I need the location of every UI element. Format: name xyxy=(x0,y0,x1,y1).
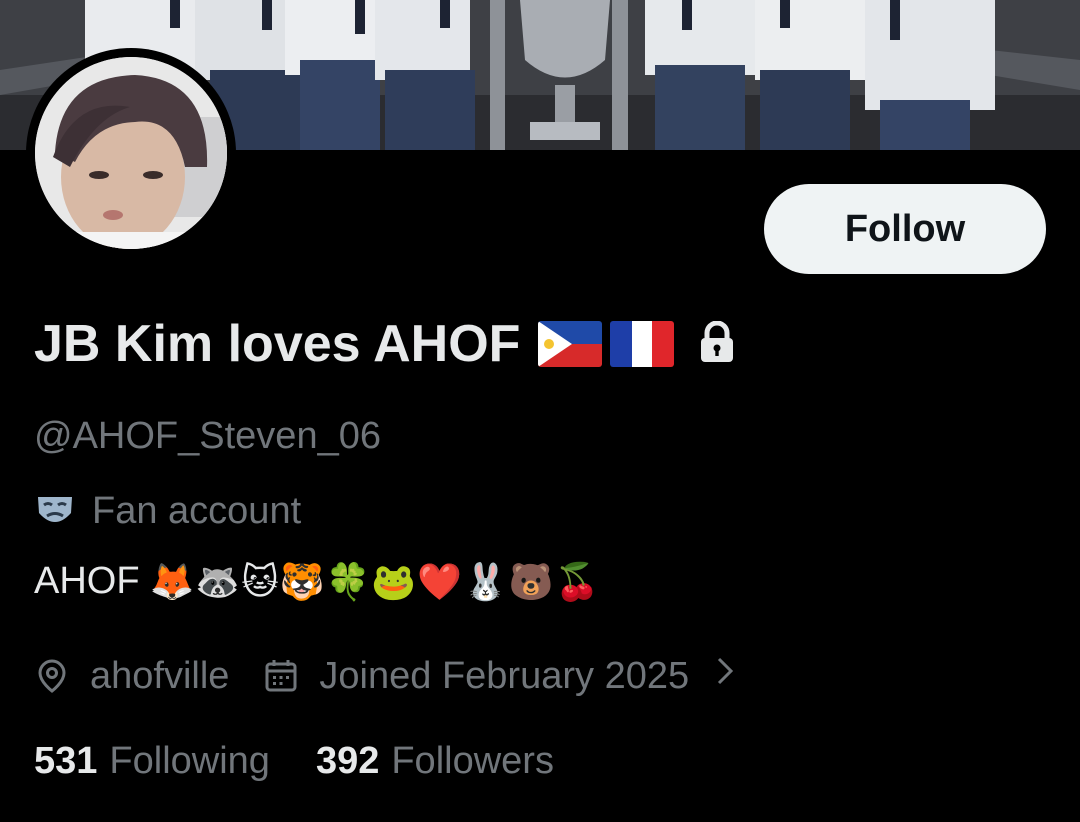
bio-emojis: 🦊🦝🐱🐯🍀🐸❤️🐰🐻🍒 xyxy=(149,561,601,603)
location-pin-icon xyxy=(34,658,70,694)
philippines-flag xyxy=(538,321,603,367)
display-name-row: JB Kim loves AHOF xyxy=(34,312,736,376)
followers-count: 392 xyxy=(315,740,380,782)
following-label: Following xyxy=(109,740,270,782)
display-name: JB Kim loves AHOF xyxy=(34,315,521,373)
profile-stats: 531 Following 392 Followers xyxy=(34,740,554,783)
profile-label-text: Fan account xyxy=(92,490,302,532)
calendar-icon xyxy=(263,658,299,694)
avatar-photo xyxy=(35,57,227,249)
user-handle: @AHOF_Steven_06 xyxy=(34,415,381,457)
bio-text: AHOF xyxy=(34,560,140,602)
france-flag xyxy=(610,321,675,367)
follow-button[interactable]: Follow xyxy=(764,184,1046,274)
following-count: 531 xyxy=(34,740,98,782)
location-text: ahofville xyxy=(90,654,230,697)
avatar[interactable] xyxy=(26,48,236,258)
joined-text: Joined February 2025 xyxy=(319,654,690,697)
followers-label: Followers xyxy=(391,740,554,782)
profile-bio: AHOF 🦊🦝🐱🐯🍀🐸❤️🐰🐻🍒 xyxy=(34,560,601,603)
profile-meta: ahofville Joined February 2025 xyxy=(34,652,735,700)
following-link[interactable]: 531 Following xyxy=(34,740,270,783)
theater-mask-icon xyxy=(34,491,76,533)
profile-label: Fan account xyxy=(34,490,301,533)
followers-link[interactable]: 392 Followers xyxy=(316,740,554,783)
lock-icon xyxy=(698,320,736,368)
chevron-right-icon[interactable] xyxy=(715,654,735,698)
